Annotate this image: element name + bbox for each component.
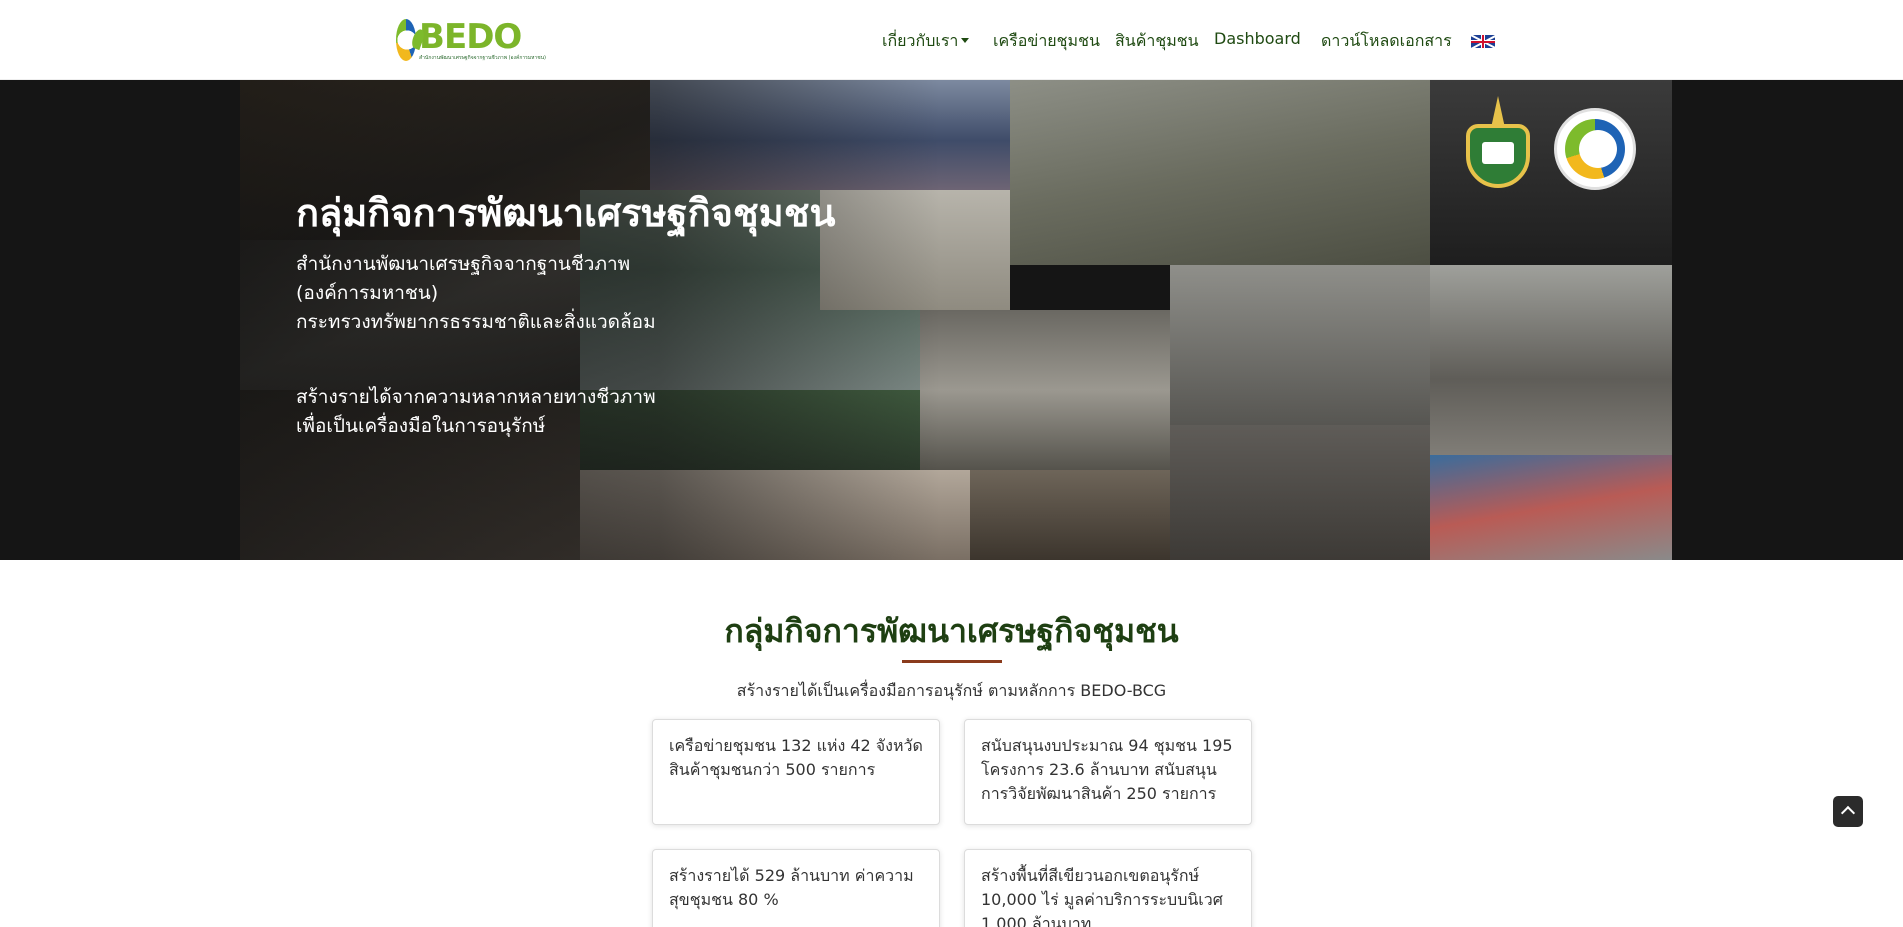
- bedo-logo[interactable]: BEDO สำนักงานพัฒนาเศรษฐกิจจากฐานชีวภาพ (…: [396, 16, 546, 64]
- bedo-logo-icon: [396, 19, 417, 61]
- stat-card-income: สร้างรายได้ 529 ล้านบาท ค่าความสุขชุมชน …: [652, 849, 940, 927]
- stat-card-text: เครือข่ายชุมชน 132 แห่ง 42 จังหวัด สินค้…: [669, 736, 923, 779]
- back-to-top-button[interactable]: [1833, 796, 1863, 827]
- title-divider: [902, 660, 1002, 663]
- logo-wordmark: BEDO: [419, 16, 522, 57]
- stat-card-text: สร้างรายได้ 529 ล้านบาท ค่าความสุขชุมชน …: [669, 866, 914, 909]
- hero-title: กลุ่มกิจการพัฒนาเศรษฐกิจชุมชน: [296, 191, 836, 235]
- nav-dashboard[interactable]: Dashboard: [1214, 29, 1301, 48]
- nav-about-dropdown[interactable]: เกี่ยวกับเรา: [882, 29, 970, 54]
- hero-org-name: สำนักงานพัฒนาเศรษฐกิจจากฐานชีวภาพ (องค์ก…: [296, 253, 631, 304]
- hero-banner: กลุ่มกิจการพัฒนาเศรษฐกิจชุมชน สำนักงานพั…: [0, 80, 1903, 560]
- stat-card-text: สร้างพื้นที่สีเขียวนอกเขตอนุรักษ์ 10,000…: [981, 866, 1223, 927]
- stat-card-green-area: สร้างพื้นที่สีเขียวนอกเขตอนุรักษ์ 10,000…: [964, 849, 1252, 927]
- uk-flag-icon[interactable]: [1471, 35, 1495, 48]
- bedo-badge-icon: [1554, 108, 1636, 190]
- section-subtitle: สร้างรายได้เป็นเครื่องมือการอนุรักษ์ ตาม…: [736, 681, 1167, 700]
- logo-tagline: สำนักงานพัฒนาเศรษฐกิจจากฐานชีวภาพ (องค์ก…: [419, 54, 546, 61]
- stat-card-network: เครือข่ายชุมชน 132 แห่ง 42 จังหวัด สินค้…: [652, 719, 940, 825]
- top-navbar: BEDO สำนักงานพัฒนาเศรษฐกิจจากฐานชีวภาพ (…: [0, 0, 1903, 80]
- section-title: กลุ่มกิจการพัฒนาเศรษฐกิจชุมชน: [724, 612, 1179, 650]
- hero-ministry-name: กระทรวงทรัพยากรธรรมชาติและสิ่งแวดล้อม: [296, 311, 656, 333]
- caret-down-icon: [961, 38, 970, 43]
- nav-community-network[interactable]: เครือข่ายชุมชน: [993, 29, 1100, 54]
- nav-download-documents[interactable]: ดาวน์โหลดเอกสาร: [1321, 29, 1452, 54]
- stat-card-funding: สนับสนุนงบประมาณ 94 ชุมชน 195 โครงการ 23…: [964, 719, 1252, 825]
- hero-slogan: สร้างรายได้จากความหลากหลายทางชีวภาพ เพื่…: [296, 386, 656, 437]
- hero-organization: สำนักงานพัฒนาเศรษฐกิจจากฐานชีวภาพ (องค์ก…: [296, 250, 656, 337]
- nav-community-products[interactable]: สินค้าชุมชน: [1115, 29, 1199, 54]
- stat-card-text: สนับสนุนงบประมาณ 94 ชุมชน 195 โครงการ 23…: [981, 736, 1233, 803]
- ministry-emblem-icon: [1456, 96, 1540, 196]
